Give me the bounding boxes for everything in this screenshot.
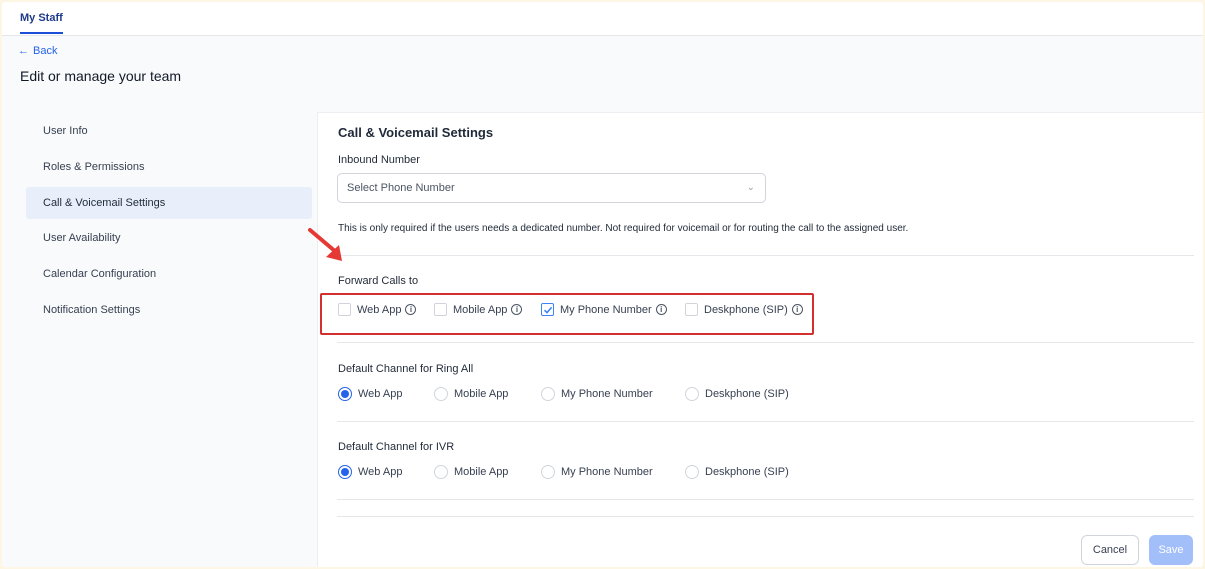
settings-sidebar: User Info Roles & Permissions Call & Voi…	[26, 115, 312, 330]
divider	[337, 342, 1194, 343]
phone-number-select[interactable]: Select Phone Number ⌄	[337, 173, 766, 203]
sidebar-item-user-info[interactable]: User Info	[26, 115, 312, 147]
page-title: Edit or manage your team	[20, 68, 182, 84]
ivr-web-app-radio[interactable]: Web App	[338, 465, 402, 479]
checkbox-box[interactable]	[434, 303, 447, 316]
phone-number-select-value: Select Phone Number	[347, 182, 455, 194]
app-frame: My Staff ← Back Edit or manage your team…	[2, 2, 1203, 567]
cancel-button[interactable]: Cancel	[1081, 535, 1139, 565]
ring-all-mobile-app-radio[interactable]: Mobile App	[434, 387, 508, 401]
info-circle-icon[interactable]: i	[405, 304, 417, 315]
top-tab-bar: My Staff	[2, 2, 1203, 36]
radio-selected[interactable]	[338, 387, 352, 401]
sidebar-item-roles-permissions[interactable]: Roles & Permissions	[26, 151, 312, 183]
option-label: Mobile App	[454, 466, 509, 478]
checkmark-icon	[543, 306, 552, 314]
option-label: My Phone Number	[560, 303, 652, 316]
divider	[337, 499, 1194, 500]
option-label: Web App	[358, 466, 403, 478]
ring-all-my-phone-number-radio[interactable]: My Phone Number	[541, 387, 653, 401]
save-button[interactable]: Save	[1149, 535, 1193, 565]
option-label: My Phone Number	[561, 388, 653, 400]
divider	[337, 516, 1194, 517]
ivr-label: Default Channel for IVR	[338, 441, 455, 453]
sidebar-item-calendar-configuration[interactable]: Calendar Configuration	[26, 258, 312, 290]
forward-calls-label: Forward Calls to	[338, 275, 419, 287]
back-label: Back	[33, 45, 58, 57]
option-label: Mobile App	[453, 303, 508, 316]
forward-deskphone-sip-checkbox[interactable]: Deskphone (SIP) i	[685, 303, 803, 316]
arrow-left-icon: ←	[18, 45, 29, 57]
ivr-deskphone-sip-radio[interactable]: Deskphone (SIP)	[685, 465, 789, 479]
option-label: Web App	[357, 303, 402, 316]
chevron-down-icon: ⌄	[746, 182, 755, 193]
option-label: Deskphone (SIP)	[705, 466, 789, 478]
ring-all-deskphone-sip-radio[interactable]: Deskphone (SIP)	[685, 387, 789, 401]
radio[interactable]	[541, 387, 555, 401]
radio[interactable]	[685, 465, 699, 479]
sidebar-item-call-voicemail[interactable]: Call & Voicemail Settings	[26, 186, 312, 219]
radio[interactable]	[434, 387, 448, 401]
info-circle-icon[interactable]: i	[511, 304, 523, 315]
inbound-number-label: Inbound Number	[338, 154, 420, 166]
ring-all-label: Default Channel for Ring All	[338, 363, 474, 375]
ivr-mobile-app-radio[interactable]: Mobile App	[434, 465, 508, 479]
forward-web-app-checkbox[interactable]: Web App i	[338, 303, 417, 316]
ivr-my-phone-number-radio[interactable]: My Phone Number	[541, 465, 653, 479]
red-arrow-icon	[308, 228, 342, 261]
forward-my-phone-number-checkbox[interactable]: My Phone Number i	[541, 303, 667, 316]
option-label: Web App	[358, 388, 403, 400]
sidebar-item-notification-settings[interactable]: Notification Settings	[26, 294, 312, 326]
info-circle-icon[interactable]: i	[791, 304, 803, 315]
radio-selected[interactable]	[338, 465, 352, 479]
option-label: Deskphone (SIP)	[705, 388, 789, 400]
radio[interactable]	[434, 465, 448, 479]
divider	[337, 421, 1194, 422]
option-label: My Phone Number	[561, 466, 653, 478]
tab-my-staff[interactable]: My Staff	[20, 12, 63, 34]
option-label: Mobile App	[454, 388, 509, 400]
forward-mobile-app-checkbox[interactable]: Mobile App i	[434, 303, 523, 316]
checkbox-box-checked[interactable]	[541, 303, 554, 316]
back-link[interactable]: ← Back	[18, 45, 57, 57]
divider	[337, 255, 1194, 256]
option-label: Deskphone (SIP)	[704, 303, 788, 316]
sidebar-item-user-availability[interactable]: User Availability	[26, 222, 312, 254]
checkbox-box[interactable]	[338, 303, 351, 316]
settings-panel: Call & Voicemail Settings Inbound Number…	[317, 112, 1203, 567]
radio[interactable]	[541, 465, 555, 479]
checkbox-box[interactable]	[685, 303, 698, 316]
ring-all-web-app-radio[interactable]: Web App	[338, 387, 402, 401]
radio[interactable]	[685, 387, 699, 401]
info-circle-icon[interactable]: i	[655, 304, 667, 315]
inbound-help-text: This is only required if the users needs…	[338, 223, 909, 234]
panel-title: Call & Voicemail Settings	[338, 125, 494, 140]
